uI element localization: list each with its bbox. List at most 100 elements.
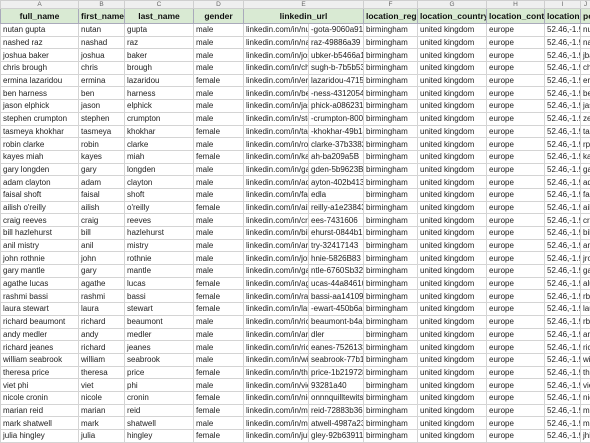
table-cell[interactable]: linkedin.com/in/gary — [244, 265, 309, 278]
table-cell[interactable]: europe — [487, 49, 545, 62]
table-cell[interactable]: birmingham — [364, 176, 418, 189]
table-cell[interactable]: andy medler — [1, 328, 79, 341]
column-letter[interactable]: G — [418, 1, 487, 9]
table-cell[interactable]: rothnie — [125, 252, 194, 265]
column-letter[interactable]: A — [1, 1, 79, 9]
table-cell[interactable]: linkedin.com/in/julia — [244, 430, 309, 443]
table-cell[interactable]: faisal4e — [581, 188, 590, 201]
table-cell[interactable]: tasmey — [581, 125, 590, 138]
table-cell[interactable]: ailishor — [581, 201, 590, 214]
table-cell[interactable]: marian — [79, 404, 125, 417]
table-cell[interactable]: gary — [79, 163, 125, 176]
table-cell[interactable]: kayesm — [581, 150, 590, 163]
table-cell[interactable]: 52.46,-1.91 — [545, 341, 581, 354]
table-cell[interactable]: 52.46,-1.91 — [545, 62, 581, 75]
table-cell[interactable]: ben.ess — [581, 87, 590, 100]
table-cell[interactable]: nutang — [581, 24, 590, 37]
column-header[interactable]: last_name — [125, 9, 194, 24]
table-cell[interactable]: europe — [487, 201, 545, 214]
column-header[interactable]: gender — [194, 9, 244, 24]
table-cell[interactable]: birmingham — [364, 138, 418, 151]
table-cell[interactable]: europe — [487, 138, 545, 151]
table-cell[interactable]: seabrook — [125, 353, 194, 366]
table-cell[interactable]: united kingdom — [418, 49, 487, 62]
table-cell[interactable]: craig — [79, 214, 125, 227]
table-cell[interactable]: ubker-b5466a101 — [309, 49, 364, 62]
table-cell[interactable]: julia hingley — [1, 430, 79, 443]
column-letter[interactable]: I — [545, 1, 581, 9]
table-cell[interactable]: male — [194, 138, 244, 151]
table-cell[interactable]: try-32417143 — [309, 239, 364, 252]
table-cell[interactable]: birmingham — [364, 150, 418, 163]
table-cell[interactable]: 52.46,-1.91 — [545, 125, 581, 138]
column-letter[interactable]: C — [125, 1, 194, 9]
table-cell[interactable]: birmingham — [364, 252, 418, 265]
table-cell[interactable]: crumpton — [125, 112, 194, 125]
table-cell[interactable]: gary.lor — [581, 163, 590, 176]
table-cell[interactable]: joshua — [79, 49, 125, 62]
table-cell[interactable]: female — [194, 366, 244, 379]
table-cell[interactable]: mistry — [125, 239, 194, 252]
table-cell[interactable]: -gota-9060a918 — [309, 24, 364, 37]
table-cell[interactable]: jason — [79, 100, 125, 113]
table-cell[interactable]: craigree — [581, 214, 590, 227]
table-cell[interactable]: dler — [309, 328, 364, 341]
table-cell[interactable]: william seabrook — [1, 353, 79, 366]
table-cell[interactable]: united kingdom — [418, 239, 487, 252]
table-cell[interactable]: gary.ma — [581, 265, 590, 278]
table-cell[interactable]: marian reid — [1, 404, 79, 417]
table-cell[interactable]: 52.46,-1.91 — [545, 265, 581, 278]
table-cell[interactable]: adam clayton — [1, 176, 79, 189]
table-cell[interactable]: richard beaumont — [1, 315, 79, 328]
table-cell[interactable]: europe — [487, 417, 545, 430]
table-cell[interactable]: laura — [79, 303, 125, 316]
table-cell[interactable]: united kingdom — [418, 163, 487, 176]
table-cell[interactable]: john rothnie — [1, 252, 79, 265]
table-cell[interactable]: linkedin.com/in/viet- — [244, 379, 309, 392]
column-header[interactable]: linkedin_url — [244, 9, 364, 24]
table-cell[interactable]: birmingham — [364, 87, 418, 100]
table-cell[interactable]: hnie-5826B83 — [309, 252, 364, 265]
table-cell[interactable]: faisal — [79, 188, 125, 201]
table-cell[interactable]: male — [194, 252, 244, 265]
table-cell[interactable]: united kingdom — [418, 417, 487, 430]
table-cell[interactable]: linkedin.com/in/gary — [244, 163, 309, 176]
table-cell[interactable]: 52.46,-1.91 — [545, 163, 581, 176]
table-cell[interactable]: birmingham — [364, 62, 418, 75]
column-header[interactable]: location_region — [364, 9, 418, 24]
table-cell[interactable]: 52.46,-1.91 — [545, 201, 581, 214]
table-cell[interactable]: united kingdom — [418, 265, 487, 278]
table-cell[interactable]: mshatw — [581, 417, 590, 430]
table-cell[interactable]: female — [194, 290, 244, 303]
table-cell[interactable]: 52.46,-1.91 — [545, 303, 581, 316]
table-cell[interactable]: united kingdom — [418, 252, 487, 265]
table-cell[interactable]: rashmi bassi — [1, 290, 79, 303]
table-cell[interactable]: female — [194, 125, 244, 138]
table-cell[interactable]: nicole — [79, 391, 125, 404]
table-cell[interactable]: europe — [487, 404, 545, 417]
table-cell[interactable]: europe — [487, 366, 545, 379]
table-cell[interactable]: ben harness — [1, 87, 79, 100]
table-cell[interactable]: alucasj — [581, 277, 590, 290]
table-cell[interactable]: united kingdom — [418, 214, 487, 227]
table-cell[interactable]: united kingdom — [418, 353, 487, 366]
table-cell[interactable]: 52.46,-1.91 — [545, 315, 581, 328]
table-cell[interactable]: birmingham — [364, 366, 418, 379]
table-cell[interactable]: united kingdom — [418, 74, 487, 87]
column-letter[interactable]: F — [364, 1, 418, 9]
table-cell[interactable]: birmingham — [364, 188, 418, 201]
table-cell[interactable]: united kingdom — [418, 188, 487, 201]
table-cell[interactable]: chris — [79, 62, 125, 75]
table-cell[interactable]: ermina lazaridou — [1, 74, 79, 87]
table-cell[interactable]: robin clarke — [1, 138, 79, 151]
column-letter[interactable]: H — [487, 1, 545, 9]
table-cell[interactable]: linkedin.com/in/tasm — [244, 125, 309, 138]
table-cell[interactable]: edla — [309, 188, 364, 201]
column-header[interactable]: location_continent — [487, 9, 545, 24]
table-cell[interactable]: laura stewart — [1, 303, 79, 316]
table-cell[interactable]: rpclarke — [581, 138, 590, 151]
table-cell[interactable]: -ewart-450b6a61 — [309, 303, 364, 316]
table-cell[interactable]: 52.46,-1.91 — [545, 379, 581, 392]
table-cell[interactable]: birmingham — [364, 315, 418, 328]
table-cell[interactable]: longden — [125, 163, 194, 176]
